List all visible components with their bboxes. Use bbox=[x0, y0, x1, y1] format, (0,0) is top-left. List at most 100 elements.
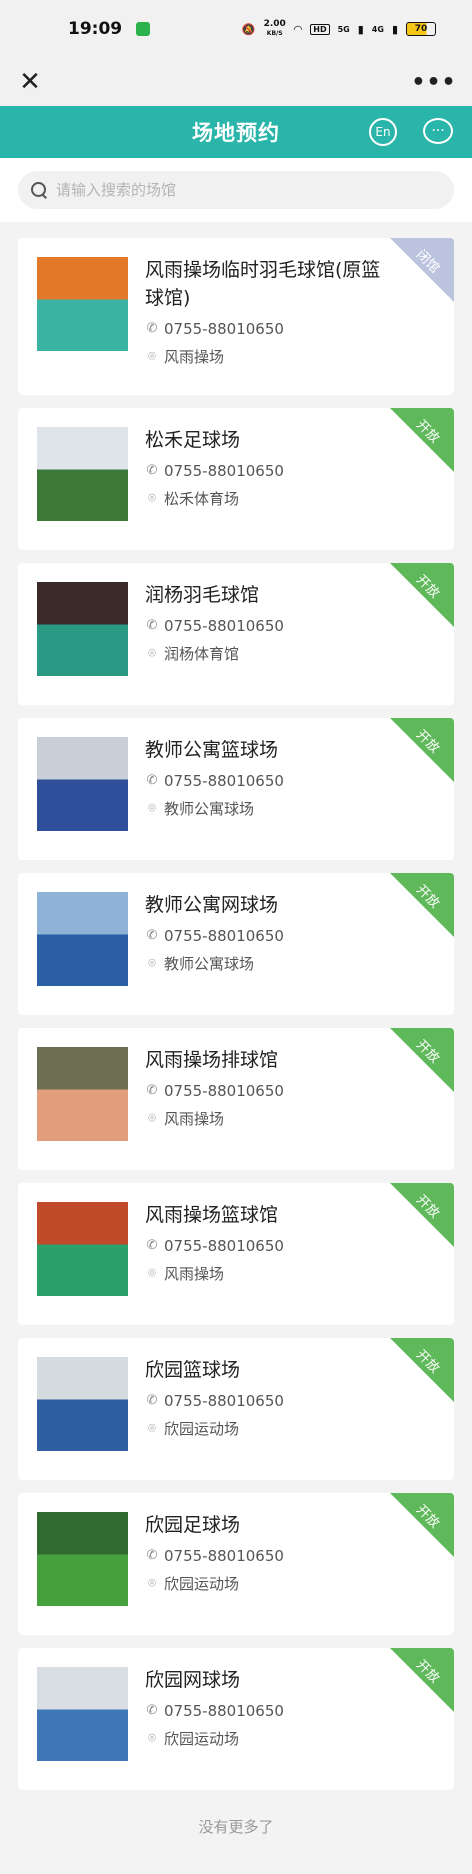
phone-icon: ✆ bbox=[146, 1703, 158, 1718]
venue-name: 风雨操场排球馆 bbox=[145, 1049, 279, 1071]
signal-bars-icon: ▮ bbox=[357, 22, 364, 36]
venue-name: 风雨操场篮球馆 bbox=[145, 1204, 279, 1226]
location-pin-icon: ⌾ bbox=[148, 1576, 156, 1591]
location-pin-icon: ⌾ bbox=[148, 646, 156, 661]
location-pin-icon: ⌾ bbox=[148, 956, 156, 971]
venue-thumbnail bbox=[37, 1047, 128, 1141]
venue-card[interactable]: 教师公寓网球场 ✆ 0755-88010650 ⌾ 教师公寓球场 开放 bbox=[18, 873, 454, 1015]
venue-phone: 0755-88010650 bbox=[164, 1237, 284, 1255]
venue-location-row: ⌾ 教师公寓球场 bbox=[145, 798, 384, 820]
venue-location-row: ⌾ 风雨操场 bbox=[145, 346, 394, 368]
venue-name: 教师公寓网球场 bbox=[145, 894, 279, 916]
venue-phone-row: ✆ 0755-88010650 bbox=[145, 770, 384, 792]
wifi-icon: ◠ bbox=[293, 22, 303, 36]
phone-icon: ✆ bbox=[146, 1548, 158, 1563]
status-bar: 19:09 🔕 2.00 KB/S ◠ HD 5G ▮ 4G ▮ 70 bbox=[0, 0, 472, 58]
venue-card[interactable]: 欣园网球场 ✆ 0755-88010650 ⌾ 欣园运动场 开放 bbox=[18, 1648, 454, 1790]
page-title: 场地预约 bbox=[192, 121, 280, 145]
battery-icon: 70 bbox=[406, 22, 436, 36]
status-badge: 闭馆 bbox=[413, 247, 443, 277]
venue-location: 润杨体育馆 bbox=[164, 645, 240, 663]
venue-phone-row: ✆ 0755-88010650 bbox=[145, 615, 384, 637]
no-more-text: 没有更多了 bbox=[198, 1818, 274, 1836]
venue-thumbnail bbox=[37, 257, 128, 351]
status-ribbon: 闭馆 bbox=[390, 238, 454, 302]
close-icon[interactable]: ✕ bbox=[12, 64, 48, 100]
venue-location: 教师公寓球场 bbox=[164, 955, 255, 973]
venue-card[interactable]: 欣园足球场 ✆ 0755-88010650 ⌾ 欣园运动场 开放 bbox=[18, 1493, 454, 1635]
location-pin-icon: ⌾ bbox=[148, 1731, 156, 1746]
venue-phone: 0755-88010650 bbox=[164, 617, 284, 635]
venue-name: 教师公寓篮球场 bbox=[145, 739, 279, 761]
phone-icon: ✆ bbox=[146, 1393, 158, 1408]
phone-icon: ✆ bbox=[146, 618, 158, 633]
status-icons: 🔕 2.00 KB/S ◠ HD 5G ▮ 4G ▮ 70 bbox=[242, 20, 436, 38]
status-badge: 开放 bbox=[413, 1192, 443, 1222]
chat-icon[interactable]: ··· bbox=[423, 118, 453, 144]
venue-thumbnail bbox=[37, 1667, 128, 1761]
status-badge: 开放 bbox=[413, 882, 443, 912]
venue-location: 风雨操场 bbox=[164, 1265, 225, 1283]
venue-phone: 0755-88010650 bbox=[164, 772, 284, 790]
venue-phone: 0755-88010650 bbox=[164, 320, 284, 338]
venue-phone: 0755-88010650 bbox=[164, 1547, 284, 1565]
venue-location: 教师公寓球场 bbox=[164, 800, 255, 818]
signal-bars-icon-2: ▮ bbox=[391, 22, 398, 36]
venue-info: 教师公寓网球场 ✆ 0755-88010650 ⌾ 教师公寓球场 bbox=[145, 891, 384, 975]
location-pin-icon: ⌾ bbox=[148, 491, 156, 506]
venue-name: 润杨羽毛球馆 bbox=[145, 584, 260, 606]
language-toggle-button[interactable]: En bbox=[369, 118, 397, 146]
status-badge: 开放 bbox=[413, 727, 443, 757]
venue-card[interactable]: 欣园篮球场 ✆ 0755-88010650 ⌾ 欣园运动场 开放 bbox=[18, 1338, 454, 1480]
status-badge: 开放 bbox=[413, 1347, 443, 1377]
venue-location: 松禾体育场 bbox=[164, 490, 240, 508]
venue-card[interactable]: 风雨操场排球馆 ✆ 0755-88010650 ⌾ 风雨操场 开放 bbox=[18, 1028, 454, 1170]
venue-thumbnail bbox=[37, 1512, 128, 1606]
net-speed: 2.00 KB/S bbox=[264, 20, 286, 38]
venue-card[interactable]: 风雨操场篮球馆 ✆ 0755-88010650 ⌾ 风雨操场 开放 bbox=[18, 1183, 454, 1325]
venue-thumbnail bbox=[37, 1357, 128, 1451]
venue-location: 风雨操场 bbox=[164, 1110, 225, 1128]
status-ribbon: 开放 bbox=[390, 1028, 454, 1092]
venue-location-row: ⌾ 教师公寓球场 bbox=[145, 953, 384, 975]
net-speed-value: 2.00 bbox=[263, 19, 286, 29]
search-input[interactable] bbox=[56, 181, 442, 199]
status-ribbon: 开放 bbox=[390, 1493, 454, 1557]
venue-phone-row: ✆ 0755-88010650 bbox=[145, 1080, 384, 1102]
search-box[interactable] bbox=[18, 171, 454, 209]
venue-info: 欣园网球场 ✆ 0755-88010650 ⌾ 欣园运动场 bbox=[145, 1666, 384, 1750]
wechat-icon bbox=[136, 22, 151, 36]
venue-info: 风雨操场排球馆 ✆ 0755-88010650 ⌾ 风雨操场 bbox=[145, 1046, 384, 1130]
mute-icon: 🔕 bbox=[241, 22, 256, 36]
search-bar bbox=[0, 158, 472, 222]
venue-phone-row: ✆ 0755-88010650 bbox=[145, 1545, 384, 1567]
signal-5g: 5G bbox=[337, 24, 350, 34]
venue-phone: 0755-88010650 bbox=[164, 1702, 284, 1720]
phone-icon: ✆ bbox=[146, 928, 158, 943]
venue-phone-row: ✆ 0755-88010650 bbox=[145, 925, 384, 947]
phone-icon: ✆ bbox=[146, 773, 158, 788]
venue-phone-row: ✆ 0755-88010650 bbox=[145, 1390, 384, 1412]
venue-phone: 0755-88010650 bbox=[164, 462, 284, 480]
status-badge: 开放 bbox=[413, 1657, 443, 1687]
status-ribbon: 开放 bbox=[390, 1648, 454, 1712]
status-ribbon: 开放 bbox=[390, 1183, 454, 1247]
status-ribbon: 开放 bbox=[390, 873, 454, 937]
location-pin-icon: ⌾ bbox=[148, 1421, 156, 1436]
venue-phone: 0755-88010650 bbox=[164, 1392, 284, 1410]
venue-thumbnail bbox=[37, 427, 128, 521]
venue-card[interactable]: 教师公寓篮球场 ✆ 0755-88010650 ⌾ 教师公寓球场 开放 bbox=[18, 718, 454, 860]
venue-phone: 0755-88010650 bbox=[164, 927, 284, 945]
venue-card[interactable]: 风雨操场临时羽毛球馆(原篮球馆) ✆ 0755-88010650 ⌾ 风雨操场 … bbox=[18, 238, 454, 395]
venue-list: 风雨操场临时羽毛球馆(原篮球馆) ✆ 0755-88010650 ⌾ 风雨操场 … bbox=[18, 238, 454, 1803]
venue-location: 欣园运动场 bbox=[164, 1730, 240, 1748]
more-icon[interactable]: ••• bbox=[411, 64, 455, 100]
net-speed-unit: KB/S bbox=[266, 30, 283, 37]
venue-card[interactable]: 松禾足球场 ✆ 0755-88010650 ⌾ 松禾体育场 开放 bbox=[18, 408, 454, 550]
venue-info: 松禾足球场 ✆ 0755-88010650 ⌾ 松禾体育场 bbox=[145, 426, 384, 510]
phone-icon: ✆ bbox=[146, 321, 158, 336]
venue-name: 欣园篮球场 bbox=[145, 1359, 241, 1381]
nav-bar: ✕ ••• bbox=[0, 58, 472, 106]
venue-card[interactable]: 润杨羽毛球馆 ✆ 0755-88010650 ⌾ 润杨体育馆 开放 bbox=[18, 563, 454, 705]
hd-badge: HD bbox=[310, 23, 330, 35]
